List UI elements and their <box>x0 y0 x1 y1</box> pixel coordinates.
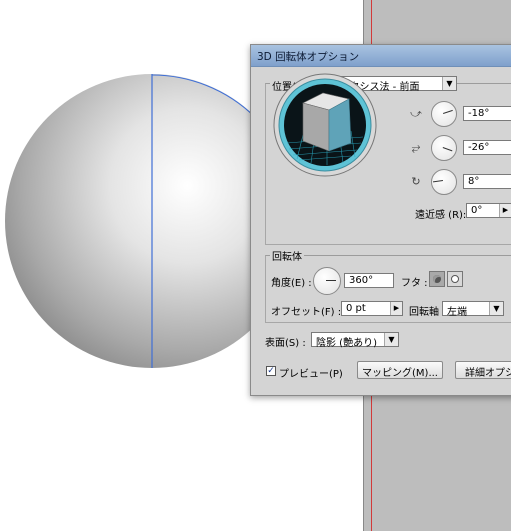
cap-off-icon <box>451 275 459 283</box>
revolve-group-label: 回転体 <box>270 248 304 263</box>
cap-on-button[interactable] <box>429 271 445 287</box>
angle-value: 360° <box>349 275 374 286</box>
from-label: 回転軸 <box>409 307 439 318</box>
rotate-y-value: -26° <box>468 142 490 153</box>
chevron-down-icon: ▼ <box>489 302 503 315</box>
revolve-options-dialog: 3D 回転体オプション 位置(N) : オフアクシス法 - 前面 ▼ <box>250 44 511 396</box>
rotate-z-dial[interactable] <box>431 169 457 195</box>
rotate-x-value: -18° <box>468 108 490 119</box>
rotate-z-field[interactable]: 8° <box>463 174 511 189</box>
rotate-y-dial[interactable] <box>431 135 457 161</box>
preview-checkbox[interactable]: ✓ <box>266 366 276 376</box>
chevron-down-icon: ▼ <box>384 333 398 346</box>
offset-value: 0 pt <box>346 303 366 314</box>
chevron-down-icon: ▼ <box>442 77 456 90</box>
angle-dial[interactable] <box>313 267 341 295</box>
from-dropdown[interactable]: 左端 ▼ <box>442 301 504 318</box>
offset-label: オフセット(F) : <box>271 307 342 318</box>
mapping-button-label: マッピング(M)... <box>362 368 438 379</box>
perspective-label: 遠近感 (R): <box>415 210 467 221</box>
chevron-right-icon: ▶ <box>499 204 511 217</box>
chevron-right-icon: ▶ <box>390 302 402 315</box>
cap-off-button[interactable] <box>447 271 463 287</box>
from-value: 左端 <box>447 307 467 318</box>
cap-label: フタ : <box>401 278 428 289</box>
dialog-titlebar[interactable]: 3D 回転体オプション <box>251 45 511 67</box>
perspective-field[interactable]: 0° ▶ <box>466 203 511 218</box>
dialog-title: 3D 回転体オプション <box>257 51 360 63</box>
surface-value: 陰影 (艶あり) <box>316 338 377 349</box>
angle-field[interactable]: 360° <box>344 273 394 288</box>
mapping-button[interactable]: マッピング(M)... <box>357 361 443 379</box>
rotate-y-field[interactable]: -26° <box>463 140 511 155</box>
rotate-x-field[interactable]: -18° <box>463 106 511 121</box>
preview-label[interactable]: プレビュー(P) <box>279 365 343 380</box>
rotate-x-icon: ⤻ <box>410 107 422 120</box>
sphere-artwork[interactable] <box>0 60 270 380</box>
rotate-z-value: 8° <box>468 176 480 187</box>
offset-field[interactable]: 0 pt ▶ <box>341 301 403 316</box>
sphere-body[interactable] <box>5 74 270 368</box>
surface-label: 表面(S) : <box>265 338 306 349</box>
more-options-button[interactable]: 詳細オプシ <box>455 361 511 379</box>
perspective-value: 0° <box>471 205 483 216</box>
rotate-x-dial[interactable] <box>431 101 457 127</box>
cap-on-icon <box>433 275 441 283</box>
rotate-z-icon: ↻ <box>411 175 421 188</box>
rotation-trackball[interactable] <box>273 73 377 177</box>
angle-label: 角度(E) : <box>271 278 312 289</box>
rotate-y-icon: ⥂ <box>411 141 421 154</box>
surface-dropdown[interactable]: 陰影 (艶あり) ▼ <box>311 332 399 349</box>
more-options-button-label: 詳細オプシ <box>465 368 511 379</box>
